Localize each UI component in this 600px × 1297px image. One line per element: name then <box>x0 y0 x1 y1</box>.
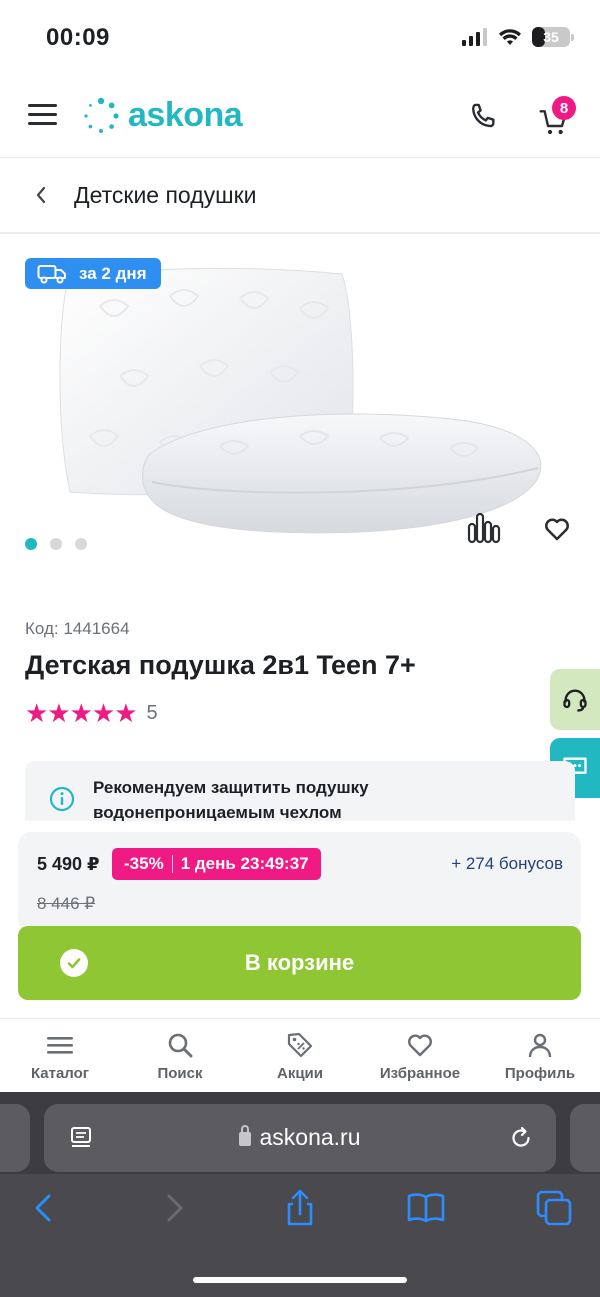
back-button[interactable] <box>34 184 48 212</box>
cart-button[interactable]: 8 <box>538 96 578 138</box>
status-icons: 35 <box>462 27 574 47</box>
rating-stars: ★★★★★ <box>25 698 138 728</box>
truck-icon <box>37 264 66 283</box>
delivery-badge-text: за 2 дня <box>79 263 147 283</box>
status-bar: 00:09 35 <box>0 0 600 76</box>
logo-dots-icon <box>84 97 119 133</box>
gallery-dot-3[interactable] <box>75 538 87 550</box>
nav-favorites[interactable]: Избранное <box>360 1019 480 1092</box>
cart-count-badge: 8 <box>552 96 576 120</box>
share-icon[interactable] <box>280 1188 320 1228</box>
back-arrow-icon[interactable] <box>24 1188 64 1228</box>
lock-icon <box>239 1125 252 1146</box>
wifi-icon <box>499 29 521 45</box>
delivery-badge: за 2 дня <box>25 258 161 289</box>
bottom-navigation: Каталог Поиск Акции Избранное Профиль <box>0 1018 600 1092</box>
rating-count: 5 <box>146 702 158 724</box>
compare-button[interactable] <box>466 510 502 546</box>
status-time: 00:09 <box>46 24 110 51</box>
profile-icon <box>528 1033 552 1058</box>
nav-promotions[interactable]: Акции <box>240 1019 360 1092</box>
signal-icon <box>462 28 487 46</box>
product-title: Детская подушка 2в1 Teen 7+ <box>25 650 416 680</box>
browser-toolbar <box>0 1188 600 1238</box>
gallery-dot-1[interactable] <box>25 538 37 550</box>
nav-catalog-label: Каталог <box>30 1065 90 1082</box>
chevron-left-icon <box>36 186 46 204</box>
search-icon <box>168 1033 193 1058</box>
in-cart-button[interactable]: В корзине <box>18 926 581 1000</box>
next-tab-preview[interactable] <box>570 1104 600 1172</box>
product-rating[interactable]: ★★★★★ 5 <box>25 698 158 729</box>
menu-button[interactable] <box>28 104 57 126</box>
menu-icon <box>47 1037 73 1054</box>
info-icon <box>49 786 75 812</box>
in-cart-label: В корзине <box>244 950 355 975</box>
discount-timer: 1 день 23:49:37 <box>180 854 309 873</box>
nav-catalog[interactable]: Каталог <box>0 1019 120 1092</box>
current-price: 5 490 ₽ <box>37 854 100 874</box>
check-icon <box>60 949 88 977</box>
phone-icon <box>472 103 495 128</box>
nav-promotions-label: Акции <box>276 1065 323 1082</box>
phone-button[interactable] <box>466 100 500 134</box>
home-indicator <box>193 1277 407 1283</box>
gallery-dot-2[interactable] <box>50 538 62 550</box>
battery-indicator: 35 <box>532 27 574 47</box>
breadcrumb: Детские подушки <box>0 158 600 234</box>
site-header: askona 8 <box>0 76 600 158</box>
browser-chrome: askona.ru <box>0 1092 600 1297</box>
discount-badge: -35% 1 день 23:49:37 <box>112 848 321 880</box>
nav-favorites-label: Избранное <box>379 1065 461 1082</box>
product-gallery[interactable]: за 2 дня <box>0 236 600 576</box>
heart-icon <box>545 518 569 541</box>
url-text: askona.ru <box>44 1124 556 1151</box>
price-panel: 5 490 ₽ -35% 1 день 23:49:37 + 274 бонус… <box>18 832 581 932</box>
url-domain: askona.ru <box>259 1124 361 1150</box>
previous-tab-preview[interactable] <box>0 1104 30 1172</box>
askona-logo[interactable]: askona <box>82 96 243 135</box>
support-button[interactable] <box>550 669 600 730</box>
reload-icon[interactable] <box>508 1125 534 1151</box>
address-bar[interactable]: askona.ru <box>44 1104 556 1172</box>
logo-text: askona <box>128 96 243 134</box>
compare-chart-icon <box>467 512 501 544</box>
nav-search-label: Поиск <box>157 1065 203 1082</box>
favorite-button[interactable] <box>542 514 572 544</box>
nav-search[interactable]: Поиск <box>120 1019 240 1092</box>
nav-profile-label: Профиль <box>504 1065 576 1082</box>
discount-percent: -35% <box>124 854 164 873</box>
tabs-icon[interactable] <box>534 1188 574 1228</box>
heart-icon <box>408 1034 432 1057</box>
bookmarks-icon[interactable] <box>406 1188 446 1228</box>
recommendation-text: Рекомендуем защитить подушку водонепрони… <box>93 778 369 821</box>
product-code: Код: 1441664 <box>25 619 130 638</box>
headset-icon <box>563 689 587 712</box>
breadcrumb-category-link[interactable]: Детские подушки <box>74 182 257 209</box>
gallery-pagination <box>25 538 87 550</box>
battery-level: 35 <box>543 29 559 45</box>
nav-profile[interactable]: Профиль <box>480 1019 600 1092</box>
discount-tag-icon <box>287 1032 313 1058</box>
bonus-points: + 274 бонусов <box>451 854 563 873</box>
recommendation-banner[interactable]: Рекомендуем защитить подушку водонепрони… <box>25 761 575 821</box>
old-price: 8 446 ₽ <box>37 894 96 913</box>
forward-arrow-icon[interactable] <box>154 1188 194 1228</box>
browser-address-area: askona.ru <box>0 1092 600 1174</box>
